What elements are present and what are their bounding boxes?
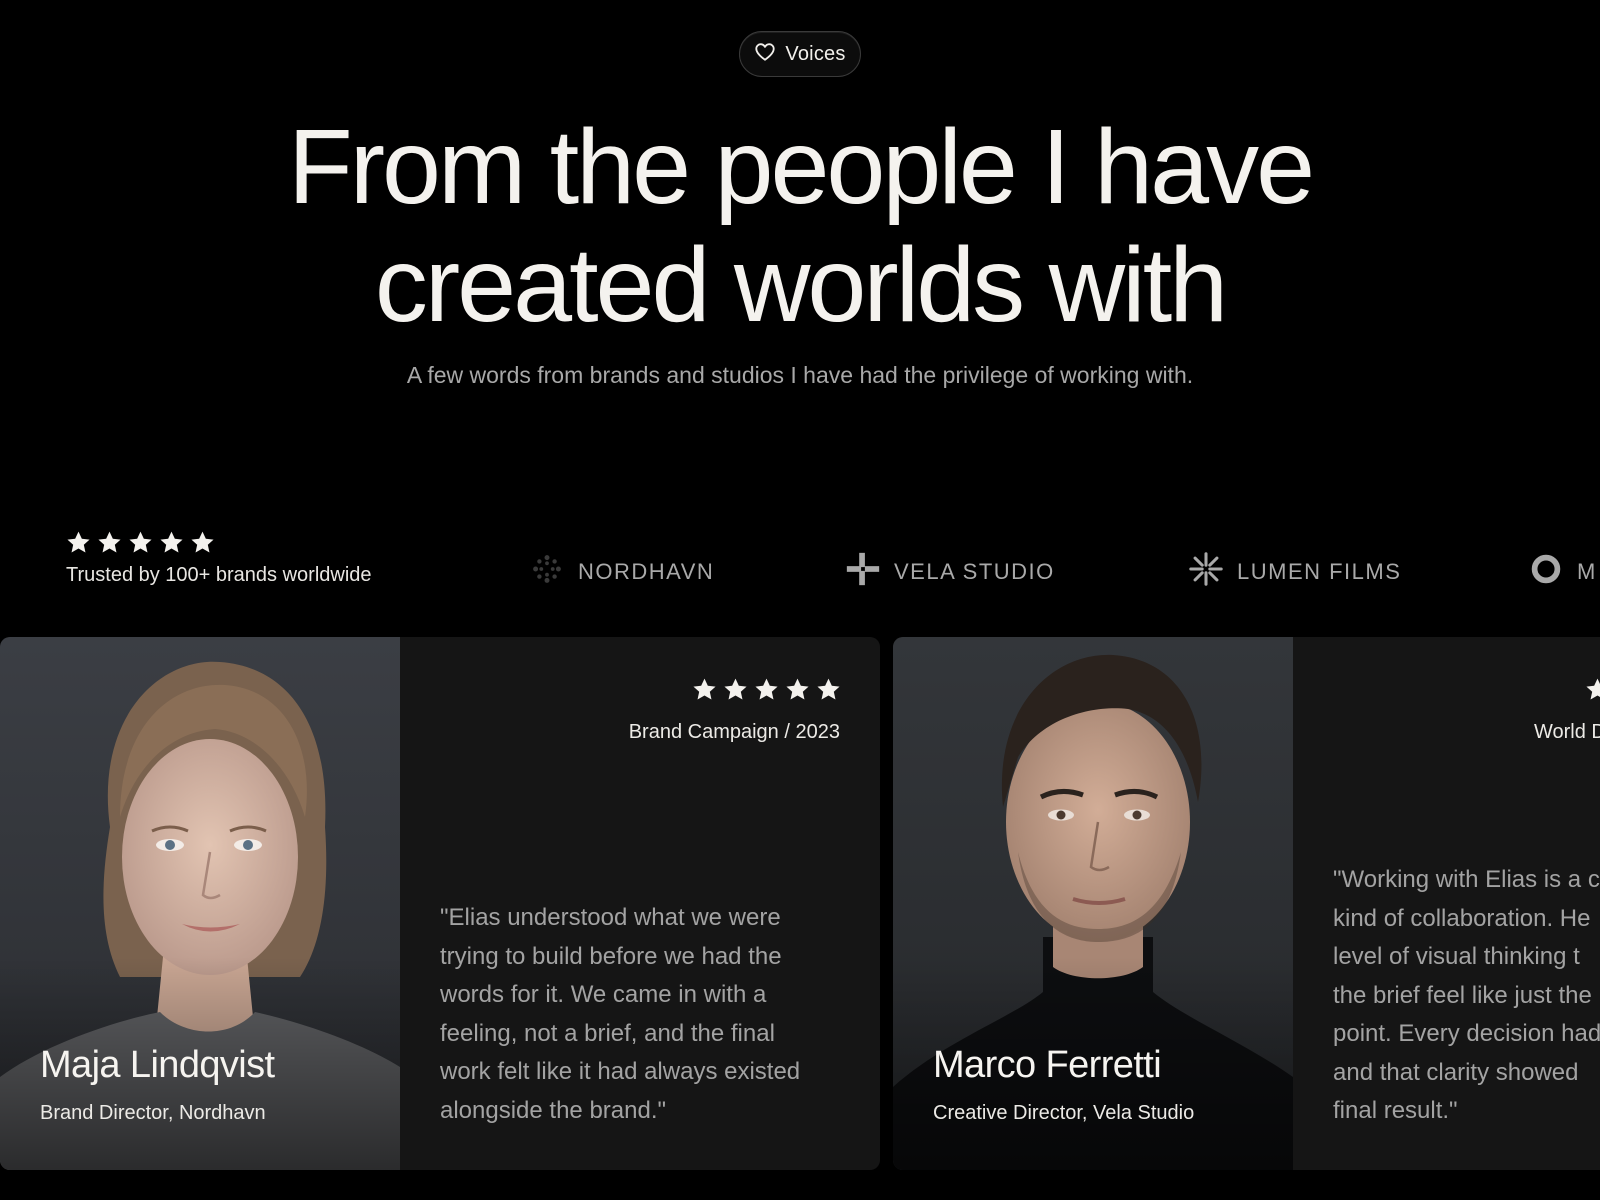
star-icon xyxy=(693,678,716,700)
meta-separator: / xyxy=(784,721,796,743)
star-icon xyxy=(786,678,809,700)
logo-label: NORDHAVN xyxy=(578,559,715,584)
badge-label: Voices xyxy=(785,42,846,65)
logo-label: LUMEN FILMS xyxy=(1237,559,1402,584)
portrait-photo: Maja Lindqvist Brand Director, Nordhavn xyxy=(0,637,400,1170)
star-icon xyxy=(67,531,90,553)
portrait-photo: Marco Ferretti Creative Director, Vela S… xyxy=(893,637,1293,1170)
asterisk-burst-icon xyxy=(1187,550,1225,594)
snowflake-dots-icon xyxy=(528,550,566,594)
section-badge: Voices xyxy=(739,31,861,77)
testimonial-quote: "Elias understood what we were trying to… xyxy=(440,904,801,1124)
project-meta: World D xyxy=(1534,721,1600,743)
star-icon xyxy=(755,678,778,700)
ring-icon xyxy=(1527,550,1565,594)
logo-label: VELA STUDIO xyxy=(894,559,1055,584)
person-name: Maja Lindqvist xyxy=(40,1044,275,1086)
trust-rating-stars xyxy=(66,530,372,555)
star-icon xyxy=(191,531,214,553)
testimonial-rating-stars xyxy=(692,677,841,702)
logo-nordhavn: NORDHAVN xyxy=(528,550,714,594)
star-icon xyxy=(1586,678,1600,700)
testimonial-card: Maja Lindqvist Brand Director, Nordhavn … xyxy=(0,637,880,1170)
star-icon xyxy=(817,678,840,700)
logo-partial: M xyxy=(1527,550,1597,594)
testimonial-card: Marco Ferretti Creative Director, Vela S… xyxy=(893,637,1600,1170)
trust-label: Trusted by 100+ brands worldwide xyxy=(66,564,372,586)
page-title: From the people I have created worlds wi… xyxy=(0,108,1600,344)
testimonial-quote: "Working with Elias is a c kind of colla… xyxy=(1333,866,1600,1124)
person-role: Creative Director, Vela Studio xyxy=(933,1102,1195,1124)
heart-icon xyxy=(754,41,776,68)
testimonial-rating-stars xyxy=(1585,677,1600,702)
cross-mark-icon xyxy=(844,550,882,594)
star-icon xyxy=(724,678,747,700)
logo-lumen-films: LUMEN FILMS xyxy=(1187,550,1401,594)
project-type: Brand Campaign xyxy=(628,721,779,743)
project-meta: Brand Campaign / 2023 xyxy=(629,721,840,744)
trust-block: Trusted by 100+ brands worldwide xyxy=(66,530,372,587)
star-icon xyxy=(160,531,183,553)
page-title-line-1: From the people I have xyxy=(287,108,1315,226)
project-year: 2023 xyxy=(795,721,841,743)
logo-label: M xyxy=(1577,559,1597,584)
logo-vela-studio: VELA STUDIO xyxy=(844,550,1055,594)
person-role: Brand Director, Nordhavn xyxy=(40,1102,266,1124)
star-icon xyxy=(129,531,152,553)
page-title-line-2: created worlds with xyxy=(374,226,1228,344)
person-name: Marco Ferretti xyxy=(933,1044,1162,1086)
star-icon xyxy=(98,531,121,553)
page-subtitle: A few words from brands and studios I ha… xyxy=(406,362,1194,388)
